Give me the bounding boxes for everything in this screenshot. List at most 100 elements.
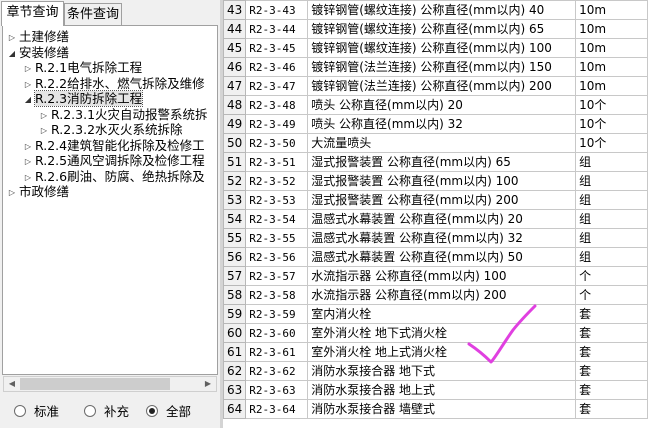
table-row[interactable]: 55 R2-3-55 温感式水幕装置 公称直径(mm以内) 32 组	[223, 228, 648, 248]
table-row[interactable]: 54 R2-3-54 温感式水幕装置 公称直径(mm以内) 20 组	[223, 209, 648, 229]
unit-cell[interactable]: 组	[575, 228, 648, 248]
unit-cell[interactable]: 组	[575, 152, 648, 172]
row-number-cell[interactable]: 57	[223, 266, 247, 286]
code-cell[interactable]: R2-3-55	[245, 228, 309, 248]
row-number-cell[interactable]: 63	[223, 380, 247, 400]
row-number-cell[interactable]: 48	[223, 95, 247, 115]
name-cell[interactable]: 镀锌钢管(螺纹连接) 公称直径(mm以内) 100	[307, 38, 577, 58]
name-cell[interactable]: 消防水泵接合器 地上式	[307, 380, 577, 400]
row-number-cell[interactable]: 43	[223, 0, 247, 20]
unit-cell[interactable]: 套	[575, 304, 648, 324]
unit-cell[interactable]: 组	[575, 171, 648, 191]
table-row[interactable]: 61 R2-3-61 室外消火栓 地上式消火栓套	[223, 342, 648, 362]
name-cell[interactable]: 镀锌钢管(螺纹连接) 公称直径(mm以内) 65	[307, 19, 577, 39]
tree-node[interactable]: ▷ 土建修缮	[7, 29, 69, 45]
row-number-cell[interactable]: 50	[223, 133, 247, 153]
scroll-right-icon[interactable]: ▶	[200, 377, 216, 391]
row-number-cell[interactable]: 53	[223, 190, 247, 210]
filter-radio-option[interactable]: 标准	[14, 404, 59, 420]
row-number-cell[interactable]: 60	[223, 323, 247, 343]
unit-cell[interactable]: 套	[575, 342, 648, 362]
row-number-cell[interactable]: 54	[223, 209, 247, 229]
unit-cell[interactable]: 10个	[575, 114, 648, 134]
table-row[interactable]: 63 R2-3-63 消防水泵接合器 地上式套	[223, 380, 648, 400]
code-cell[interactable]: R2-3-44	[245, 19, 309, 39]
code-cell[interactable]: R2-3-62	[245, 361, 309, 381]
unit-cell[interactable]: 套	[575, 380, 648, 400]
expand-icon[interactable]: ▷	[7, 185, 17, 201]
scrollbar-thumb[interactable]	[20, 378, 170, 390]
table-row[interactable]: 57 R2-3-57 水流指示器 公称直径(mm以内) 100 个	[223, 266, 648, 286]
filter-radio-option[interactable]: 补充	[84, 404, 129, 420]
table-row[interactable]: 50 R2-3-50 大流量喷头 10个	[223, 133, 648, 153]
name-cell[interactable]: 镀锌钢管(法兰连接) 公称直径(mm以内) 200	[307, 76, 577, 96]
code-cell[interactable]: R2-3-61	[245, 342, 309, 362]
unit-cell[interactable]: 10m	[575, 19, 648, 39]
row-number-cell[interactable]: 56	[223, 247, 247, 267]
code-cell[interactable]: R2-3-49	[245, 114, 309, 134]
name-cell[interactable]: 温感式水幕装置 公称直径(mm以内) 32	[307, 228, 577, 248]
table-row[interactable]: 59 R2-3-59 室内消火栓套	[223, 304, 648, 324]
unit-cell[interactable]: 组	[575, 209, 648, 229]
table-row[interactable]: 64 R2-3-64 消防水泵接合器 墙壁式套	[223, 399, 648, 419]
name-cell[interactable]: 消防水泵接合器 地下式	[307, 361, 577, 381]
tree-node[interactable]: ▷ R.2.5通风空调拆除及检修工程	[23, 153, 205, 169]
unit-cell[interactable]: 10m	[575, 38, 648, 58]
collapse-icon[interactable]: ◢	[7, 46, 17, 62]
name-cell[interactable]: 湿式报警装置 公称直径(mm以内) 65	[307, 152, 577, 172]
name-cell[interactable]: 喷头 公称直径(mm以内) 20	[307, 95, 577, 115]
table-row[interactable]: 56 R2-3-56 温感式水幕装置 公称直径(mm以内) 50 组	[223, 247, 648, 267]
code-cell[interactable]: R2-3-43	[245, 0, 309, 20]
code-cell[interactable]: R2-3-50	[245, 133, 309, 153]
name-cell[interactable]: 水流指示器 公称直径(mm以内) 100	[307, 266, 577, 286]
name-cell[interactable]: 室外消火栓 地上式消火栓	[307, 342, 577, 362]
row-number-cell[interactable]: 52	[223, 171, 247, 191]
unit-cell[interactable]: 10m	[575, 57, 648, 77]
table-row[interactable]: 60 R2-3-60 室外消火栓 地下式消火栓套	[223, 323, 648, 343]
row-number-cell[interactable]: 45	[223, 38, 247, 58]
code-cell[interactable]: R2-3-47	[245, 76, 309, 96]
row-number-cell[interactable]: 49	[223, 114, 247, 134]
collapse-icon[interactable]: ◢	[23, 92, 33, 108]
table-row[interactable]: 45 R2-3-45 镀锌钢管(螺纹连接) 公称直径(mm以内) 100 10m	[223, 38, 648, 58]
code-cell[interactable]: R2-3-51	[245, 152, 309, 172]
code-cell[interactable]: R2-3-64	[245, 399, 309, 419]
row-number-cell[interactable]: 64	[223, 399, 247, 419]
tree-node[interactable]: ▷ R.2.2给排水、燃气拆除及维修	[23, 76, 205, 92]
tree-node-label[interactable]: 安装修缮	[19, 45, 69, 60]
unit-cell[interactable]: 组	[575, 190, 648, 210]
name-cell[interactable]: 消防水泵接合器 墙壁式	[307, 399, 577, 419]
tree-node[interactable]: ▷ R.2.6刷油、防腐、绝热拆除及	[23, 169, 205, 185]
unit-cell[interactable]: 套	[575, 361, 648, 381]
tree-node[interactable]: ◢ 安装修缮	[7, 45, 69, 61]
tree-node-label[interactable]: 市政修缮	[19, 184, 69, 199]
row-number-cell[interactable]: 55	[223, 228, 247, 248]
tab-condition-query[interactable]: 条件查询	[64, 3, 122, 25]
row-number-cell[interactable]: 44	[223, 19, 247, 39]
row-number-cell[interactable]: 61	[223, 342, 247, 362]
tree-node-label[interactable]: R.2.4建筑智能化拆除及检修工	[35, 138, 205, 153]
table-row[interactable]: 48 R2-3-48 喷头 公称直径(mm以内) 20 10个	[223, 95, 648, 115]
filter-radio-option[interactable]: 全部	[146, 404, 191, 420]
row-number-cell[interactable]: 46	[223, 57, 247, 77]
code-cell[interactable]: R2-3-52	[245, 171, 309, 191]
unit-cell[interactable]: 个	[575, 266, 648, 286]
tree-node[interactable]: ▷ R.2.4建筑智能化拆除及检修工	[23, 138, 205, 154]
unit-cell[interactable]: 10个	[575, 95, 648, 115]
tree-node-label[interactable]: R.2.5通风空调拆除及检修工程	[35, 153, 205, 168]
name-cell[interactable]: 室外消火栓 地下式消火栓	[307, 323, 577, 343]
radio-button-icon[interactable]	[84, 405, 96, 417]
table-row[interactable]: 46 R2-3-46 镀锌钢管(法兰连接) 公称直径(mm以内) 150 10m	[223, 57, 648, 77]
code-cell[interactable]: R2-3-46	[245, 57, 309, 77]
code-cell[interactable]: R2-3-53	[245, 190, 309, 210]
tree-node-label[interactable]: R.2.6刷油、防腐、绝热拆除及	[35, 169, 205, 184]
scroll-left-icon[interactable]: ◀	[4, 377, 20, 391]
code-cell[interactable]: R2-3-58	[245, 285, 309, 305]
tree-node-label[interactable]: R.2.3.1火灾自动报警系统拆	[51, 107, 208, 122]
table-row[interactable]: 52 R2-3-52 湿式报警装置 公称直径(mm以内) 100 组	[223, 171, 648, 191]
tree-node[interactable]: ▷ R.2.3.1火灾自动报警系统拆	[39, 107, 208, 123]
tree-node[interactable]: ◢ R.2.3消防拆除工程	[23, 90, 144, 108]
table-row[interactable]: 43 R2-3-43 镀锌钢管(螺纹连接) 公称直径(mm以内) 40 10m	[223, 0, 648, 20]
tab-chapter-query[interactable]: 章节查询	[1, 1, 64, 26]
table-row[interactable]: 44 R2-3-44 镀锌钢管(螺纹连接) 公称直径(mm以内) 65 10m	[223, 19, 648, 39]
